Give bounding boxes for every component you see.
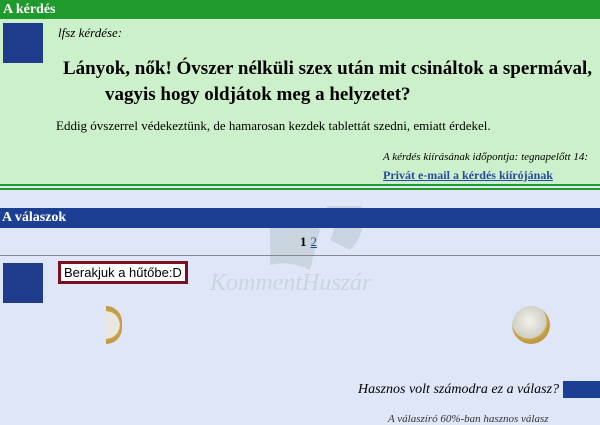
question-date: A kérdés kiírásának időpontja: tegnapelő… <box>383 151 588 163</box>
asker-avatar <box>3 23 43 63</box>
question-title-line2: vagyis hogy oldjátok meg a helyzetet? <box>105 84 411 105</box>
answers-section-header: A válaszok <box>0 208 600 228</box>
section-gap <box>0 186 600 206</box>
answers-divider <box>0 255 600 256</box>
watermark-text: KommentHuszár <box>209 270 372 296</box>
question-header-label: A kérdés <box>3 2 56 17</box>
useful-vote-button[interactable] <box>563 381 600 398</box>
question-section-header: A kérdés <box>0 0 600 19</box>
answers-header-label: A válaszok <box>2 210 67 225</box>
question-title-line1: Lányok, nők! Óvszer nélküli szex után mi… <box>63 58 593 79</box>
page-2-link[interactable]: 2 <box>311 234 318 249</box>
private-email-link[interactable]: Privát e-mail a kérdés kiírójának <box>383 168 553 183</box>
answer-text: Berakjuk a hűtőbe:D <box>58 261 188 284</box>
answerer-stats-text: A válaszíró 60%-ban hasznos válasz <box>388 413 549 425</box>
useful-question: Hasznos volt számodra ez a válasz? <box>358 382 560 397</box>
coin-left-icon <box>106 306 122 344</box>
question-body: Eddig óvszerrel védekeztünk, de hamarosa… <box>56 118 491 133</box>
asker-label: lfsz kérdése: <box>58 25 123 40</box>
answerer-avatar <box>3 263 43 303</box>
section-gap-divider <box>0 188 600 190</box>
pagination: 12 <box>300 234 317 250</box>
page-1-current: 1 <box>300 234 307 249</box>
coin-right-icon <box>512 306 550 344</box>
